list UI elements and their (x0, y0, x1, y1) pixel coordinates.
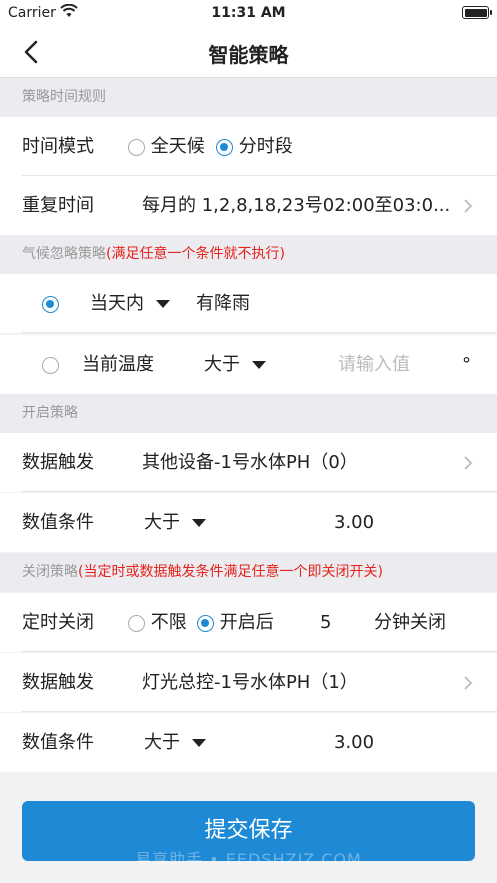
time-mode-label: 时间模式 (22, 136, 94, 157)
section-header-climate: 气候忽略策略(满足任意一个条件就不执行) (0, 235, 497, 274)
timer-option-after-open[interactable]: 开启后 (197, 593, 274, 652)
close-trigger-value: 灯光总控-1号水体PH（1） (142, 672, 358, 693)
caret-down-icon (191, 519, 206, 527)
option-label: 开启后 (219, 612, 274, 633)
open-trigger-value: 其他设备-1号水体PH（0） (142, 452, 358, 473)
caret-down-icon (251, 361, 266, 369)
temp-label: 当前温度 (82, 354, 154, 375)
close-trigger-label: 数据触发 (22, 672, 94, 693)
section-note: (当定时或数据触发条件满足任意一个即关闭开关) (78, 564, 383, 580)
radio-checked-icon[interactable] (42, 295, 59, 313)
radio-checked-icon[interactable] (216, 138, 233, 156)
chevron-right-icon (464, 456, 473, 470)
status-bar: Carrier 11:31 AM (0, 0, 497, 26)
section-header-open: 开启策略 (0, 394, 497, 433)
open-trigger-row[interactable]: 数据触发 其他设备-1号水体PH（0） (0, 433, 497, 492)
time-mode-option-allday[interactable]: 全天候 (128, 117, 205, 176)
caret-down-icon (191, 739, 206, 747)
open-trigger-label: 数据触发 (22, 452, 94, 473)
repeat-time-label: 重复时间 (22, 195, 94, 216)
temp-op-dropdown[interactable]: 大于 (204, 335, 266, 394)
section-title: 气候忽略策略 (22, 246, 106, 262)
close-timer-label: 定时关闭 (22, 612, 94, 633)
open-op-dropdown[interactable]: 大于 (144, 493, 206, 552)
open-condition-value[interactable]: 3.00 (334, 493, 374, 552)
chevron-right-icon (464, 199, 473, 213)
status-time: 11:31 AM (211, 5, 286, 21)
section-title: 关闭策略 (22, 564, 78, 580)
nav-bar: 智能策略 (0, 26, 497, 78)
rain-condition: 有降雨 (196, 293, 250, 314)
radio-checked-icon[interactable] (197, 614, 214, 632)
temp-unit: ° (462, 354, 471, 375)
scope-dropdown[interactable]: 当天内 (90, 274, 170, 333)
temp-value-input[interactable]: 请输入值 (338, 335, 410, 394)
radio-unchecked-icon[interactable] (128, 614, 145, 632)
page-title: 智能策略 (208, 43, 289, 67)
close-timer-row: 定时关闭 不限 开启后 5 分钟关闭 (0, 593, 497, 652)
op-value: 大于 (144, 512, 180, 533)
close-condition-label: 数值条件 (22, 732, 94, 753)
scope-value: 当天内 (90, 293, 144, 314)
section-header-time-rule: 策略时间规则 (0, 78, 497, 117)
close-op-dropdown[interactable]: 大于 (144, 713, 206, 772)
climate-rain-radio[interactable] (42, 274, 59, 333)
submit-area: 提交保存 易享助手 • EEDSHZIZ.COM (0, 772, 497, 883)
close-condition-row: 数值条件 大于 3.00 (0, 713, 497, 772)
timer-minutes-input[interactable]: 5 (320, 593, 331, 652)
op-value: 大于 (204, 354, 240, 375)
open-condition-label: 数值条件 (22, 512, 94, 533)
close-condition-value[interactable]: 3.00 (334, 713, 374, 772)
section-header-close: 关闭策略(当定时或数据触发条件满足任意一个即关闭开关) (0, 553, 497, 592)
option-label: 全天候 (150, 136, 205, 157)
watermark: 易享助手 • EEDSHZIZ.COM (135, 850, 362, 869)
caret-down-icon (155, 300, 170, 308)
battery-icon (462, 6, 492, 19)
time-mode-row: 时间模式 全天候 分时段 (0, 117, 497, 176)
option-label: 分时段 (238, 136, 293, 157)
climate-rain-row: 当天内 有降雨 (0, 274, 497, 333)
open-condition-row: 数值条件 大于 3.00 (0, 493, 497, 552)
radio-unchecked-icon[interactable] (42, 356, 59, 374)
section-title: 开启策略 (22, 405, 78, 421)
section-title: 策略时间规则 (22, 89, 106, 105)
time-mode-option-period[interactable]: 分时段 (216, 117, 293, 176)
timer-suffix: 分钟关闭 (374, 612, 446, 633)
section-note: (满足任意一个条件就不执行) (106, 246, 285, 262)
climate-temp-row: 当前温度 大于 请输入值 ° (0, 335, 497, 394)
radio-unchecked-icon[interactable] (128, 138, 145, 156)
climate-temp-radio[interactable] (42, 335, 59, 394)
chevron-right-icon (464, 676, 473, 690)
repeat-time-row[interactable]: 重复时间 每月的 1,2,8,18,23号02:00至03:0... (0, 176, 497, 235)
timer-option-unlimited[interactable]: 不限 (128, 593, 187, 652)
option-label: 不限 (150, 612, 187, 633)
op-value: 大于 (144, 732, 180, 753)
repeat-time-value: 每月的 1,2,8,18,23号02:00至03:0... (142, 195, 451, 216)
close-trigger-row[interactable]: 数据触发 灯光总控-1号水体PH（1） (0, 653, 497, 712)
